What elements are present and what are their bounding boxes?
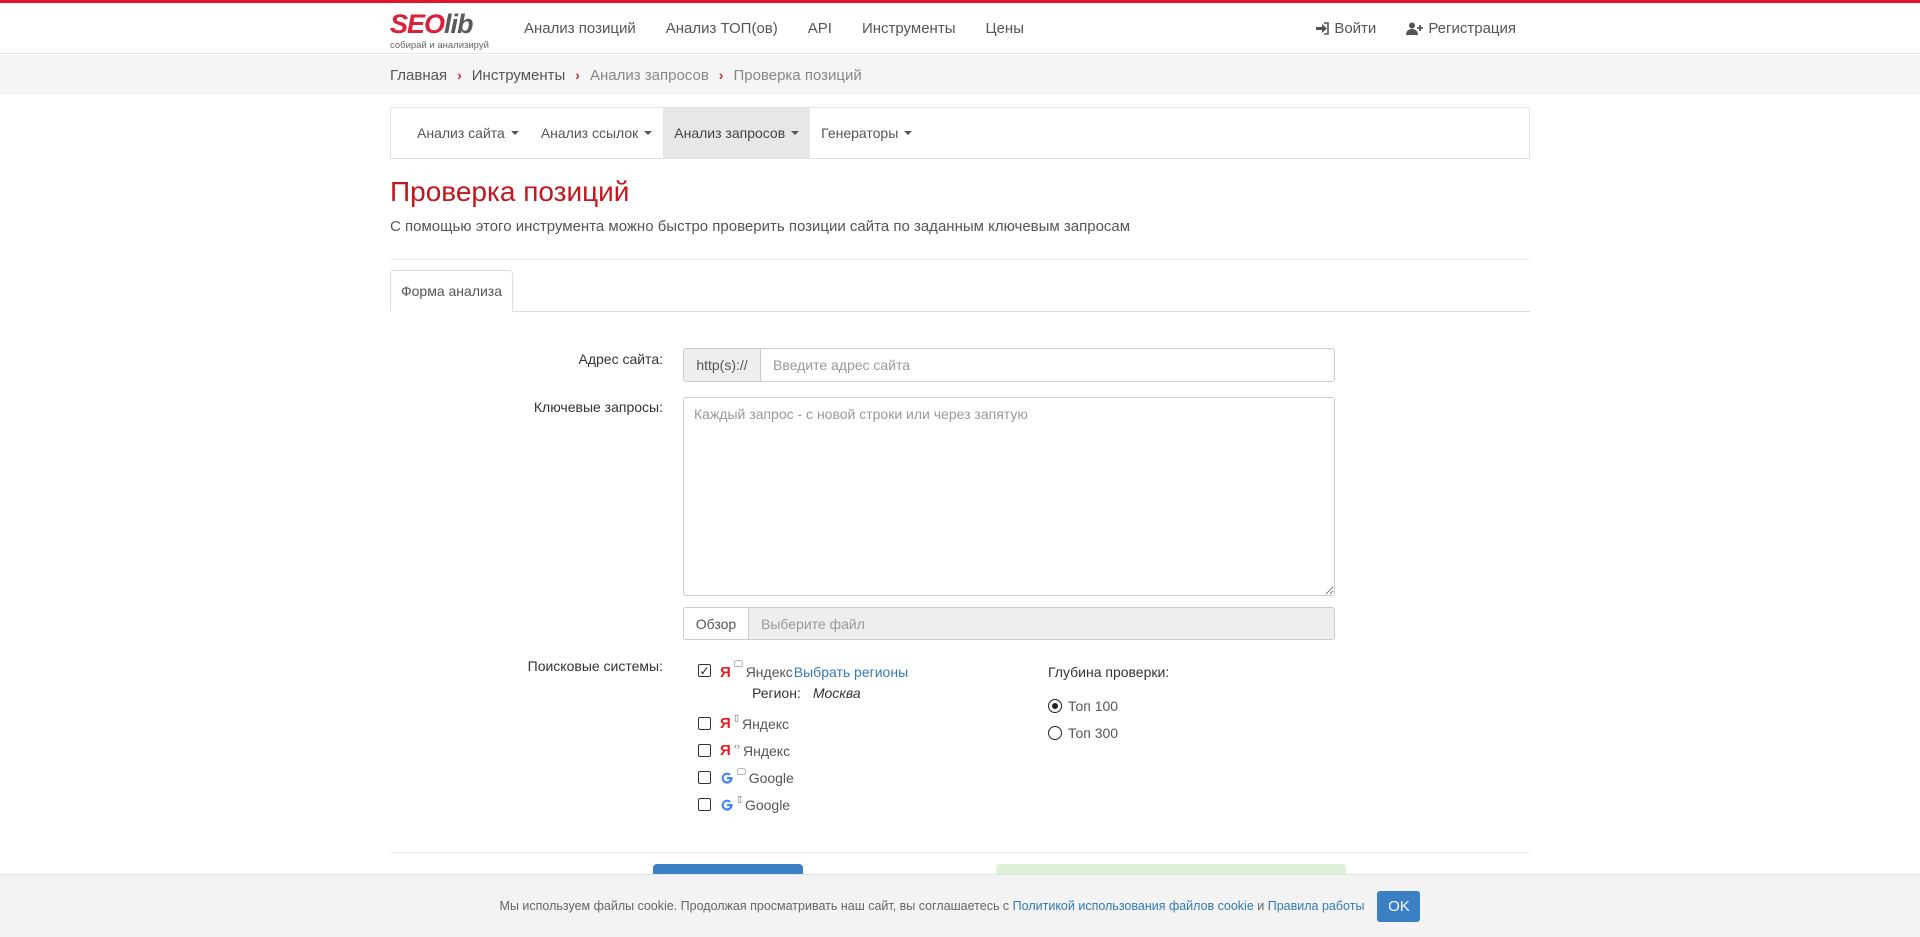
nav-item-tops[interactable]: Анализ ТОП(ов) (666, 20, 778, 37)
page-description: С помощью этого инструмента можно быстро… (390, 218, 1131, 235)
protocol-prefix: http(s):// (683, 348, 760, 382)
nav-item-prices[interactable]: Цены (985, 20, 1024, 37)
mobile-icon: ▯ (737, 794, 742, 804)
select-regions-link[interactable]: Выбрать регионы (794, 664, 908, 680)
user-plus-icon (1406, 22, 1424, 35)
subnav-query-analysis[interactable]: Анализ запросов (663, 108, 811, 158)
logo-tagline: собирай и анализируй (390, 40, 489, 51)
engine-yandex-xml: Я ‹› Яндекс (698, 737, 1038, 764)
logo-wordmark: SEOlib (390, 9, 474, 39)
depth-option-top100[interactable]: Топ 100 (1048, 692, 1298, 719)
yandex-logo-icon: Я (720, 715, 731, 732)
engine-yandex-desktop: Я 🖵 Яндекс Выбрать регионы Регион: Москва (698, 659, 1038, 710)
engine-checkbox[interactable] (698, 717, 711, 730)
chevron-right-icon: › (457, 67, 462, 83)
breadcrumb-home[interactable]: Главная (390, 67, 447, 84)
login-link[interactable]: Войти (1315, 20, 1376, 37)
google-logo-icon (721, 799, 733, 811)
code-icon: ‹› (734, 740, 740, 751)
engine-name: Google (748, 769, 794, 786)
engine-checkbox[interactable] (698, 798, 711, 811)
cookie-policy-link[interactable]: Политикой использования файлов cookie (1013, 899, 1254, 913)
yandex-logo-icon: Я (720, 742, 731, 759)
breadcrumb-query-analysis[interactable]: Анализ запросов (590, 67, 709, 84)
engine-name: Яндекс (743, 742, 791, 759)
subnav-links-analysis[interactable]: Анализ ссылок (530, 108, 663, 158)
caret-down-icon (510, 131, 519, 135)
top-navbar: SEOlib собирай и анализируй Анализ позиц… (0, 3, 1920, 54)
nav-item-tools[interactable]: Инструменты (862, 20, 956, 37)
caret-down-icon (791, 131, 800, 135)
google-logo-icon (721, 772, 733, 784)
site-address-input[interactable] (760, 348, 1335, 382)
caret-down-icon (904, 131, 913, 135)
engine-checkbox[interactable] (698, 744, 711, 757)
keywords-label: Ключевые запросы: (533, 399, 663, 415)
nav-item-positions[interactable]: Анализ позиций (524, 20, 636, 37)
auth-nav: Войти Регистрация (1285, 3, 1516, 54)
engine-name: Яндекс (741, 715, 790, 732)
chevron-right-icon: › (718, 67, 724, 83)
site-address-group: http(s):// (683, 348, 1335, 382)
depth-label: Глубина проверки: (1048, 664, 1170, 680)
check-depth: Глубина проверки: Топ 100 Топ 300 (1048, 664, 1298, 746)
search-engines-label: Поисковые системы: (527, 658, 663, 674)
engine-yandex-mobile: Я ▯ Яндекс (698, 710, 1038, 737)
engine-name: Яндекс (745, 664, 793, 680)
sign-in-icon (1316, 22, 1330, 35)
breadcrumb: Главная › Инструменты › Анализ запросов … (390, 55, 862, 95)
region-info: Регион: Москва (752, 685, 861, 701)
file-name-field[interactable]: Выберите файл (749, 607, 1335, 640)
main-nav: Анализ позиций Анализ ТОП(ов) API Инстру… (524, 3, 1054, 54)
register-link[interactable]: Регистрация (1406, 20, 1516, 37)
cookie-text: Мы используем файлы cookie. Продолжая пр… (499, 899, 1010, 913)
radio-button[interactable] (1048, 698, 1062, 713)
breadcrumb-bar: Главная › Инструменты › Анализ запросов … (0, 55, 1920, 95)
chevron-right-icon: › (575, 67, 580, 83)
tools-subnav: Анализ сайта Анализ ссылок Анализ запрос… (390, 107, 1530, 159)
subnav-generators[interactable]: Генераторы (810, 108, 923, 158)
region-value: Москва (812, 685, 861, 701)
breadcrumb-current: Проверка позиций (733, 66, 862, 84)
login-label: Войти (1334, 20, 1377, 37)
radio-button[interactable] (1048, 725, 1062, 740)
mobile-icon: ▯ (734, 713, 739, 723)
divider (390, 852, 1530, 853)
yandex-logo-icon: Я (720, 664, 731, 681)
cookie-banner: Мы используем файлы cookie. Продолжая пр… (0, 874, 1920, 937)
depth-option-top300[interactable]: Топ 300 (1048, 719, 1298, 746)
caret-down-icon (644, 131, 653, 135)
register-label: Регистрация (1428, 20, 1516, 37)
file-upload-group: Обзор Выберите файл (683, 607, 1335, 640)
engine-checkbox[interactable] (698, 664, 711, 677)
browse-button[interactable]: Обзор (683, 607, 749, 640)
nav-item-api[interactable]: API (808, 20, 832, 37)
engine-google-mobile: ▯ Google (698, 791, 1038, 818)
depth-option-label: Топ 300 (1068, 724, 1119, 741)
submit-button[interactable] (653, 864, 803, 874)
breadcrumb-tools[interactable]: Инструменты (472, 67, 566, 84)
engine-name: Google (744, 796, 791, 813)
desktop-icon: 🖵 (737, 767, 746, 777)
rules-link[interactable]: Правила работы (1268, 899, 1365, 913)
depth-option-label: Топ 100 (1068, 697, 1119, 714)
region-label: Регион: (752, 685, 801, 701)
keywords-textarea[interactable] (683, 397, 1335, 596)
search-engines-list: Я 🖵 Яндекс Выбрать регионы Регион: Москва… (698, 659, 1038, 818)
subnav-site-analysis[interactable]: Анализ сайта (406, 108, 530, 158)
cookie-ok-button[interactable]: OK (1377, 890, 1421, 922)
cookie-and: и (1257, 899, 1265, 913)
logo[interactable]: SEOlib собирай и анализируй (390, 9, 498, 51)
site-address-label: Адрес сайта: (578, 351, 663, 367)
page-title: Проверка позиций (390, 176, 630, 207)
desktop-icon: 🖵 (734, 659, 743, 669)
info-panel (996, 864, 1346, 874)
engine-google-desktop: 🖵 Google (698, 764, 1038, 791)
divider (390, 259, 1530, 260)
tab-analysis-form[interactable]: Форма анализа (390, 270, 514, 312)
tabs-divider (390, 311, 1530, 312)
engine-checkbox[interactable] (698, 771, 711, 784)
